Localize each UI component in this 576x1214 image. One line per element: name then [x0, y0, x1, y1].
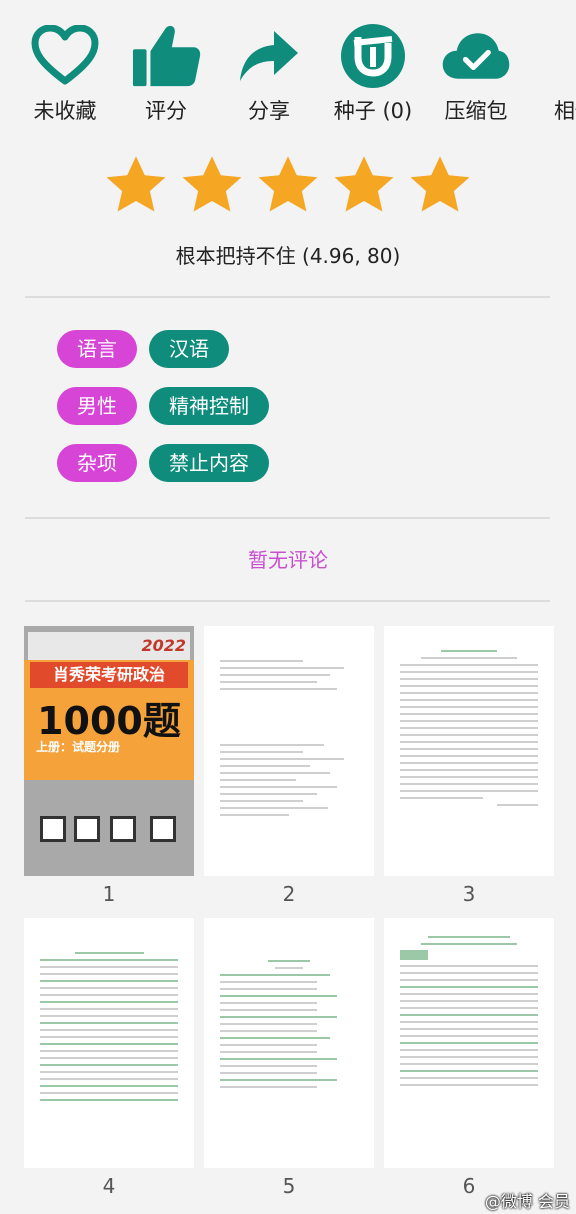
- torrent-icon: [338, 18, 408, 94]
- watermark: @微博 会员: [484, 1192, 570, 1211]
- tag-namespace-language[interactable]: 语言: [57, 330, 137, 368]
- star-icon: [410, 156, 470, 212]
- star-icon: [106, 156, 166, 212]
- qr-code: [40, 816, 66, 842]
- similar-label: 相似: [554, 99, 576, 123]
- rate-button[interactable]: 评分: [111, 18, 221, 126]
- thumbnail-number: 3: [462, 882, 476, 906]
- rating-stars[interactable]: [0, 152, 576, 220]
- thumbnail-image: [24, 918, 194, 1168]
- text-block: [400, 650, 538, 811]
- tag-namespace-misc[interactable]: 杂项: [57, 444, 137, 482]
- thumbnail-image: [204, 918, 374, 1168]
- share-button[interactable]: 分享: [214, 18, 324, 126]
- thumbnail-image: [384, 918, 554, 1168]
- similar-button[interactable]: 相似: [520, 18, 576, 126]
- cover-big-title: 1000题: [37, 699, 181, 743]
- share-arrow-icon: [234, 18, 304, 94]
- star-icon: [182, 156, 242, 212]
- archive-button[interactable]: 压缩包: [421, 18, 531, 126]
- thumbnail-number: 1: [102, 882, 116, 906]
- no-comments-link[interactable]: 暂无评论: [0, 544, 576, 573]
- qr-code: [110, 816, 136, 842]
- qr-code: [150, 816, 176, 842]
- text-block: [40, 952, 178, 1106]
- similar-icon: [540, 18, 576, 94]
- text-block: [220, 660, 358, 695]
- tag-namespace-male[interactable]: 男性: [57, 387, 137, 425]
- divider: [25, 517, 550, 519]
- thumbnail-item[interactable]: 5: [204, 918, 374, 1198]
- torrent-label: 种子 (0): [333, 99, 413, 123]
- thumbnail-image: [384, 626, 554, 876]
- torrent-button[interactable]: 种子 (0): [318, 18, 428, 126]
- rate-label: 评分: [145, 99, 187, 123]
- tag-row: 语言 汉语: [57, 330, 269, 368]
- tag-value[interactable]: 精神控制: [149, 387, 269, 425]
- star-icon: [334, 156, 394, 212]
- heart-outline-icon: [30, 18, 100, 94]
- thumbnail-image: [204, 626, 374, 876]
- tag-list: 语言 汉语 男性 精神控制 杂项 禁止内容: [57, 330, 269, 501]
- tag-row: 杂项 禁止内容: [57, 444, 269, 482]
- divider: [25, 296, 550, 298]
- divider: [25, 600, 550, 602]
- star-icon: [258, 156, 318, 212]
- share-label: 分享: [248, 99, 290, 123]
- thumbnail-item[interactable]: 4: [24, 918, 194, 1198]
- thumbs-up-icon: [131, 18, 201, 94]
- text-block: [220, 744, 358, 821]
- cloud-check-icon: [441, 18, 511, 94]
- rating-summary: 根本把持不住 (4.96, 80): [175, 244, 401, 268]
- tag-row: 男性 精神控制: [57, 387, 269, 425]
- cover-title: 肖秀荣考研政治: [30, 662, 188, 688]
- tag-value[interactable]: 禁止内容: [149, 444, 269, 482]
- thumbnail-number: 4: [102, 1174, 116, 1198]
- thumbnail-item[interactable]: 6: [384, 918, 554, 1198]
- text-block: [220, 960, 358, 1093]
- thumbnail-item[interactable]: 3: [384, 626, 554, 906]
- cover-subtitle: 上册：试题分册: [36, 740, 121, 754]
- favorite-label: 未收藏: [33, 99, 97, 123]
- thumbnail-item[interactable]: 2022 肖秀荣考研政治 1000题 上册：试题分册 1: [24, 626, 194, 906]
- cover-year: 2022: [141, 636, 186, 655]
- thumbnail-number: 2: [282, 882, 296, 906]
- action-bar: 未收藏 评分 分享 种子 (0) 压缩包 相: [0, 18, 576, 143]
- thumbnail-number: 5: [282, 1174, 296, 1198]
- text-block: [400, 936, 538, 1091]
- archive-label: 压缩包: [444, 99, 508, 123]
- thumbnail-image: 2022 肖秀荣考研政治 1000题 上册：试题分册: [24, 626, 194, 876]
- tag-value[interactable]: 汉语: [149, 330, 229, 368]
- qr-code: [74, 816, 100, 842]
- favorite-button[interactable]: 未收藏: [10, 18, 120, 126]
- thumbnail-item[interactable]: 2: [204, 626, 374, 906]
